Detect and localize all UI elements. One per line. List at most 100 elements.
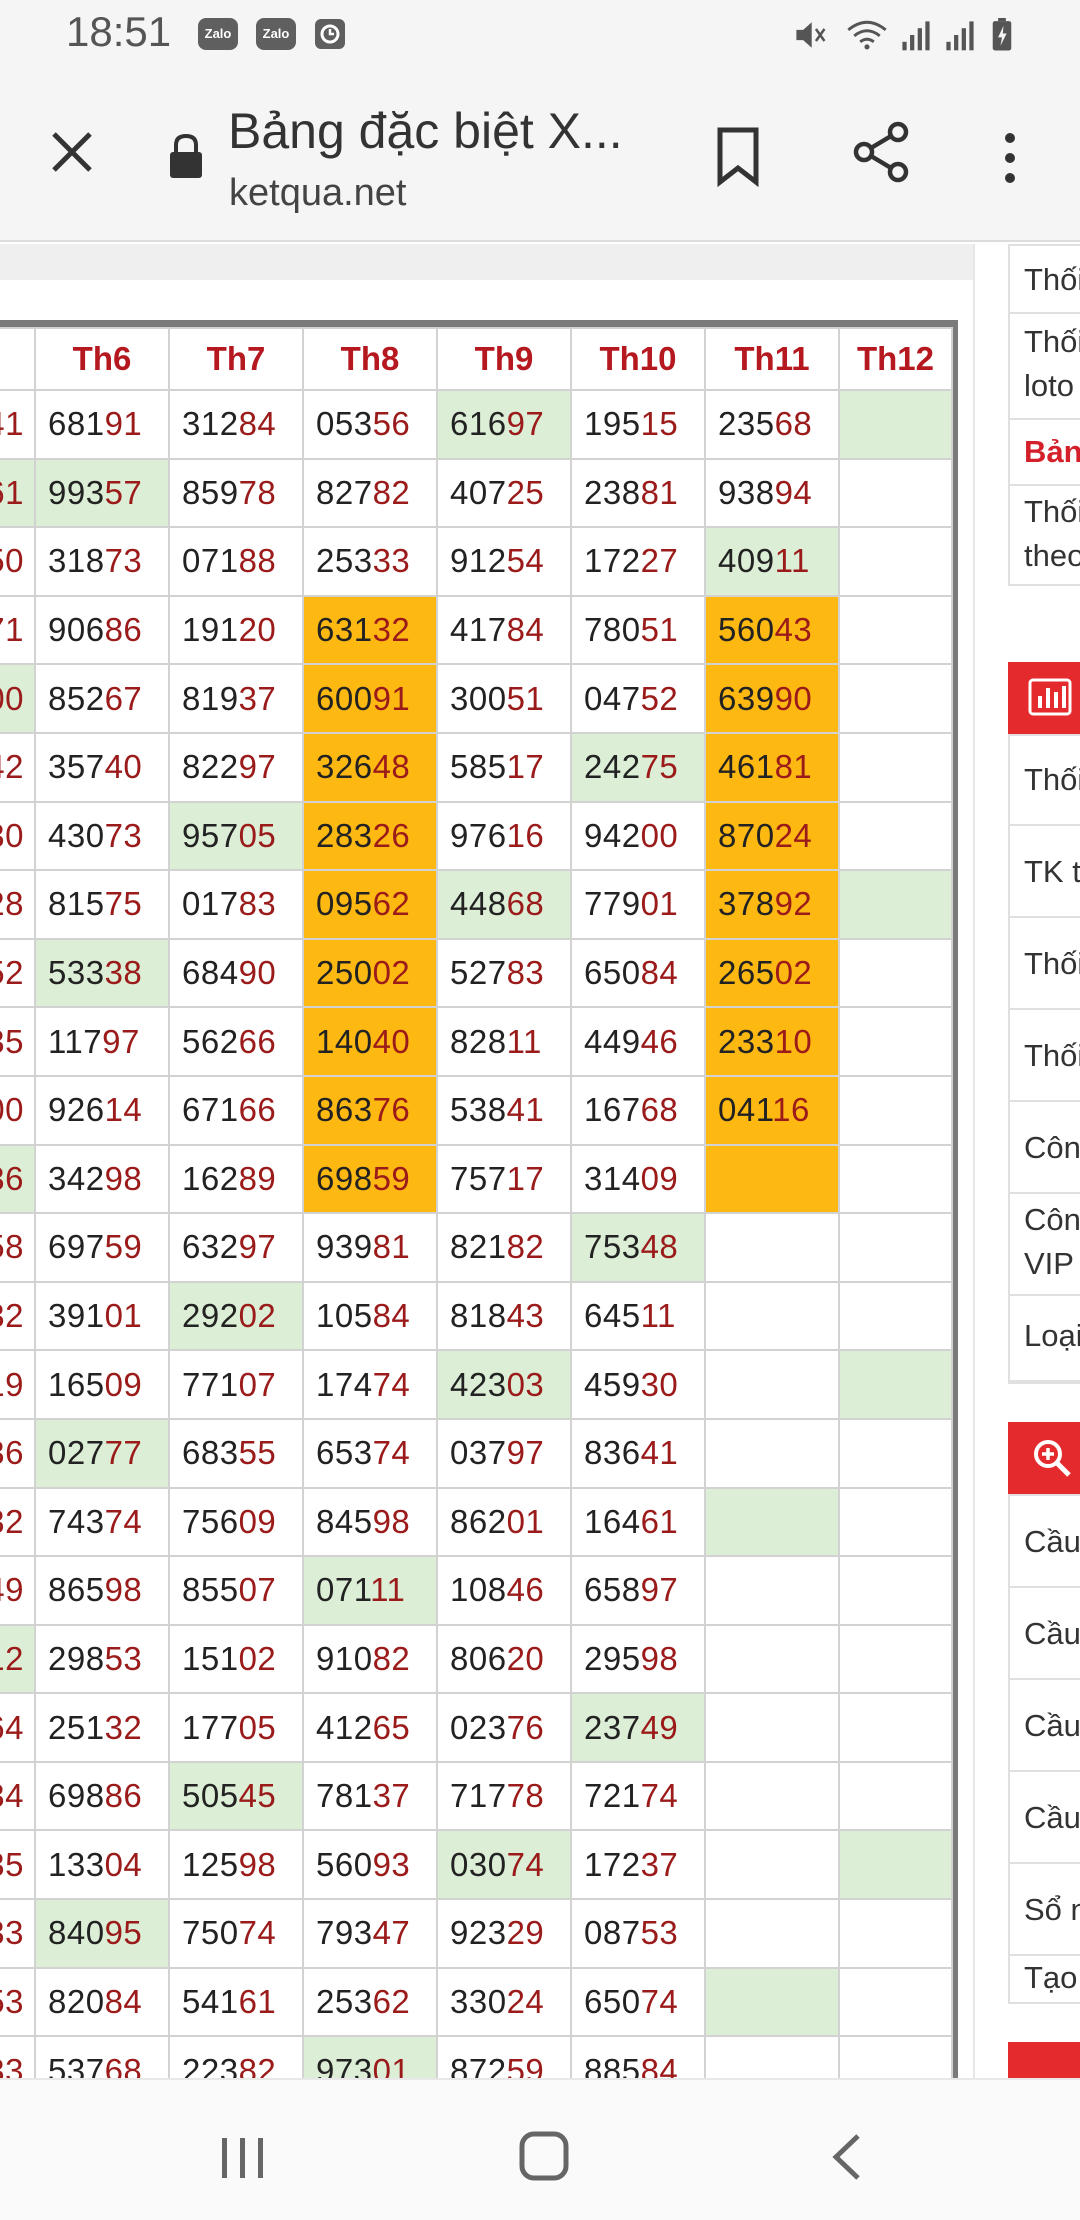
- sidebar-link[interactable]: TK t: [1010, 826, 1080, 918]
- number-tail: 34: [0, 1777, 24, 1815]
- sidebar-link[interactable]: Cầu: [1010, 1588, 1080, 1680]
- number-tail: 62: [372, 1982, 411, 2020]
- number-tail: 37: [372, 1777, 411, 1815]
- sidebar-link[interactable]: Thối theo: [1010, 486, 1080, 586]
- web-content[interactable]: 5 Th6 Th7 Th8 Th9 Th10 Th11 Th12 4168191…: [0, 244, 1080, 2078]
- column-header[interactable]: 5: [0, 327, 36, 391]
- more-options-icon[interactable]: [990, 128, 1030, 188]
- number-head: 821: [450, 1228, 507, 1266]
- number-head: 910: [316, 1639, 373, 1677]
- table-cell: 23310: [704, 1006, 840, 1077]
- number-tail: 52: [640, 679, 679, 717]
- number-head: 448: [450, 885, 507, 923]
- number-head: 527: [450, 954, 507, 992]
- table-cell: 12598: [168, 1829, 304, 1901]
- sidebar-link[interactable]: Thối: [1010, 736, 1080, 826]
- share-icon[interactable]: [852, 120, 912, 184]
- table-cell: 83641: [570, 1417, 706, 1489]
- table-cell: 50545: [168, 1760, 304, 1832]
- home-icon[interactable]: [518, 2130, 570, 2182]
- number-head: 537: [48, 2051, 105, 2078]
- number-head: 631: [316, 611, 373, 649]
- page-title[interactable]: Bảng đặc biệt X...: [228, 102, 623, 160]
- column-header[interactable]: Th11: [704, 327, 840, 391]
- table-cell: 29202: [168, 1280, 304, 1352]
- table-cell: 32: [0, 1486, 36, 1558]
- column-header[interactable]: Th6: [34, 327, 170, 391]
- recent-apps-icon[interactable]: [218, 2132, 268, 2182]
- table-row: 191650977107174744230345930: [0, 1349, 953, 1420]
- number-head: 822: [182, 748, 239, 786]
- column-header[interactable]: Th9: [436, 327, 572, 391]
- table-cell: 33: [0, 1898, 36, 1969]
- table-cell: [838, 1349, 953, 1420]
- number-head: 253: [316, 1982, 373, 2020]
- sidebar-link[interactable]: Côn: [1010, 1102, 1080, 1194]
- number-tail: 45: [238, 1777, 277, 1815]
- number-head: 505: [182, 1777, 239, 1815]
- table-cell: 71: [0, 594, 36, 666]
- number-tail: 00: [640, 816, 679, 854]
- number-tail: 02: [372, 954, 411, 992]
- number-tail: 15: [640, 405, 679, 443]
- number-head: 632: [182, 1228, 239, 1266]
- table-cell: 19515: [570, 389, 706, 460]
- sidebar-link[interactable]: Cầu: [1010, 1680, 1080, 1772]
- table-cell: [838, 1623, 953, 1695]
- table-cell: [838, 869, 953, 940]
- table-cell: [838, 1417, 953, 1489]
- table-cell: 42303: [436, 1349, 572, 1420]
- table-cell: 42: [0, 731, 36, 803]
- column-header[interactable]: Th7: [168, 327, 304, 391]
- table-cell: 69886: [34, 1760, 170, 1832]
- table-cell: 30: [0, 800, 36, 872]
- number-head: 827: [316, 473, 373, 511]
- sidebar-link-label: Côn VIP: [1024, 1202, 1080, 1281]
- number-tail: 74: [372, 1434, 411, 1472]
- sidebar-link[interactable]: Tạo: [1010, 1956, 1080, 2004]
- table-cell: 35: [0, 1006, 36, 1077]
- table-row: 642513217705412650237623749: [0, 1692, 953, 1763]
- number-head: 162: [182, 1159, 239, 1197]
- back-icon[interactable]: [826, 2132, 866, 2182]
- sidebar-link[interactable]: Cầu: [1010, 1772, 1080, 1864]
- table-cell: [838, 1212, 953, 1283]
- number-tail: 47: [372, 1914, 411, 1952]
- bookmark-icon[interactable]: [712, 124, 764, 188]
- table-cell: 23749: [570, 1692, 706, 1763]
- number-tail: 78: [238, 473, 277, 511]
- table-cell: 31284: [168, 389, 304, 460]
- clock-app-icon: [315, 19, 345, 49]
- table-cell: 29598: [570, 1623, 706, 1695]
- number-tail: 03: [506, 1365, 545, 1403]
- table-cell: 16509: [34, 1349, 170, 1420]
- page-url[interactable]: ketqua.net: [229, 172, 406, 215]
- close-icon[interactable]: [44, 124, 100, 180]
- sidebar-link[interactable]: Thối: [1010, 246, 1080, 314]
- sidebar-link[interactable]: Cầu: [1010, 1496, 1080, 1588]
- sidebar-link[interactable]: Loại: [1010, 1296, 1080, 1382]
- table-cell: 69759: [34, 1212, 170, 1283]
- table-cell: 10846: [436, 1555, 572, 1626]
- sidebar-link[interactable]: Côn VIP: [1010, 1194, 1080, 1296]
- number-tail: 32: [0, 1297, 24, 1335]
- number-tail: 09: [640, 1159, 679, 1197]
- sidebar-link[interactable]: Sổ n: [1010, 1864, 1080, 1956]
- number-tail: 17: [506, 748, 545, 786]
- number-tail: 02: [774, 954, 813, 992]
- sidebar-link-active[interactable]: Bảng: [1010, 420, 1080, 486]
- sidebar-link[interactable]: Thối: [1010, 1010, 1080, 1102]
- column-header[interactable]: Th12: [838, 327, 953, 391]
- sidebar-link[interactable]: Thối: [1010, 918, 1080, 1010]
- table-cell: 87024: [704, 800, 840, 872]
- column-header[interactable]: Th8: [302, 327, 438, 391]
- table-cell: 63132: [302, 594, 438, 666]
- number-tail: 00: [0, 679, 24, 717]
- number-tail: 75: [640, 748, 679, 786]
- column-header[interactable]: Th10: [570, 327, 706, 391]
- sidebar-link[interactable]: Thối loto: [1010, 314, 1080, 420]
- number-head: 840: [48, 1914, 105, 1952]
- gray-strip: [0, 244, 973, 280]
- number-head: 318: [48, 542, 105, 580]
- number-tail: 74: [506, 1845, 545, 1883]
